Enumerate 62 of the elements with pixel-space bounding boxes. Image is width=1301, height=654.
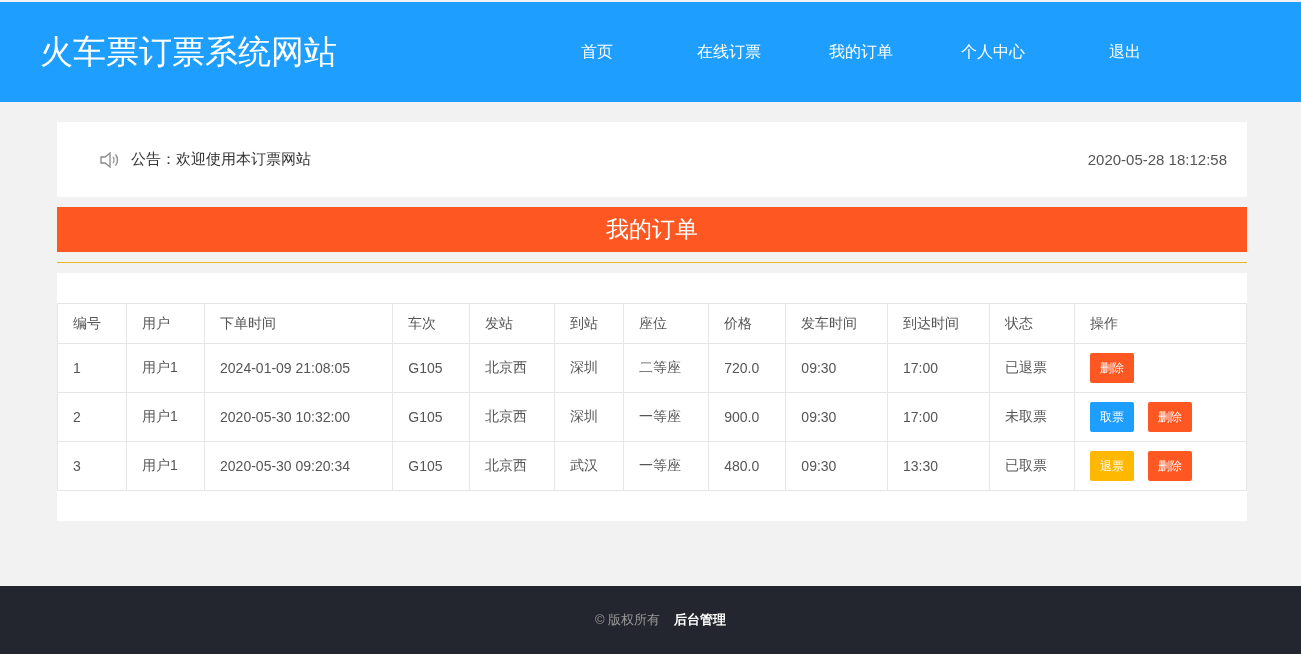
table-cell: 2020-05-30 09:20:34 [204, 441, 393, 491]
table-cell: 武汉 [554, 441, 624, 491]
take-button[interactable]: 取票 [1090, 402, 1135, 432]
table-cell: 用户1 [126, 392, 205, 442]
column-header: 操作 [1074, 303, 1247, 344]
table-cell: 09:30 [785, 392, 888, 442]
table-cell: 17:00 [887, 343, 990, 393]
table-cell: 17:00 [887, 392, 990, 442]
datetime: 2020-05-28 18:12:58 [1087, 151, 1227, 168]
table-cell: 09:30 [785, 441, 888, 491]
table-cell: 深圳 [554, 392, 624, 442]
column-header: 发站 [469, 303, 555, 344]
copyright-text: © 版权所有 [594, 611, 661, 629]
delete-button[interactable]: 删除 [1090, 353, 1135, 383]
column-header: 下单时间 [204, 303, 393, 344]
delete-button[interactable]: 删除 [1148, 451, 1193, 481]
column-header: 用户 [126, 303, 205, 344]
table-cell: 3 [57, 441, 127, 491]
table-cell: 2 [57, 392, 127, 442]
table-cell: 720.0 [708, 343, 786, 393]
column-header: 到站 [554, 303, 624, 344]
table-cell: 用户1 [126, 343, 205, 393]
column-header: 发车时间 [785, 303, 888, 344]
admin-link[interactable]: 后台管理 [674, 611, 727, 629]
table-cell: 900.0 [708, 392, 786, 442]
nav-link[interactable]: 我的订单 [795, 41, 927, 63]
table-cell: 已取票 [989, 441, 1075, 491]
table-cell: 2020-05-30 10:32:00 [204, 392, 393, 442]
notice-text: 公告：欢迎使用本订票网站 [131, 150, 311, 169]
nav-link[interactable]: 个人中心 [927, 41, 1059, 63]
refund-button[interactable]: 退票 [1090, 451, 1135, 481]
table-cell: G105 [392, 343, 469, 393]
column-header: 座位 [623, 303, 709, 344]
table-cell: 一等座 [623, 441, 709, 491]
table-cell: 480.0 [708, 441, 786, 491]
table-cell: 2024-01-09 21:08:05 [204, 343, 393, 393]
table-cell: 1 [57, 343, 127, 393]
table-cell: 09:30 [785, 343, 888, 393]
column-header: 状态 [989, 303, 1075, 344]
table-cell: 北京西 [469, 343, 555, 393]
section-title: 我的订单 [57, 207, 1247, 252]
table-cell: 北京西 [469, 392, 555, 442]
column-header: 编号 [57, 303, 127, 344]
table-cell: 已退票 [989, 343, 1075, 393]
delete-button[interactable]: 删除 [1148, 402, 1193, 432]
column-header: 车次 [392, 303, 469, 344]
table-cell: 一等座 [623, 392, 709, 442]
nav-link[interactable]: 在线订票 [663, 41, 795, 63]
table-cell: 未取票 [989, 392, 1075, 442]
table-cell: 13:30 [887, 441, 990, 491]
site-title: 火车票订票系统网站 [40, 31, 337, 72]
table-cell: 北京西 [469, 441, 555, 491]
speaker-icon [99, 150, 119, 169]
nav-link[interactable]: 退出 [1059, 41, 1191, 63]
table-cell: 用户1 [126, 441, 205, 491]
table-cell: G105 [392, 392, 469, 442]
column-header: 到达时间 [887, 303, 990, 344]
table-cell: G105 [392, 441, 469, 491]
table-cell: 二等座 [623, 343, 709, 393]
nav-link[interactable]: 首页 [531, 41, 663, 63]
table-cell: 深圳 [554, 343, 624, 393]
column-header: 价格 [708, 303, 786, 344]
